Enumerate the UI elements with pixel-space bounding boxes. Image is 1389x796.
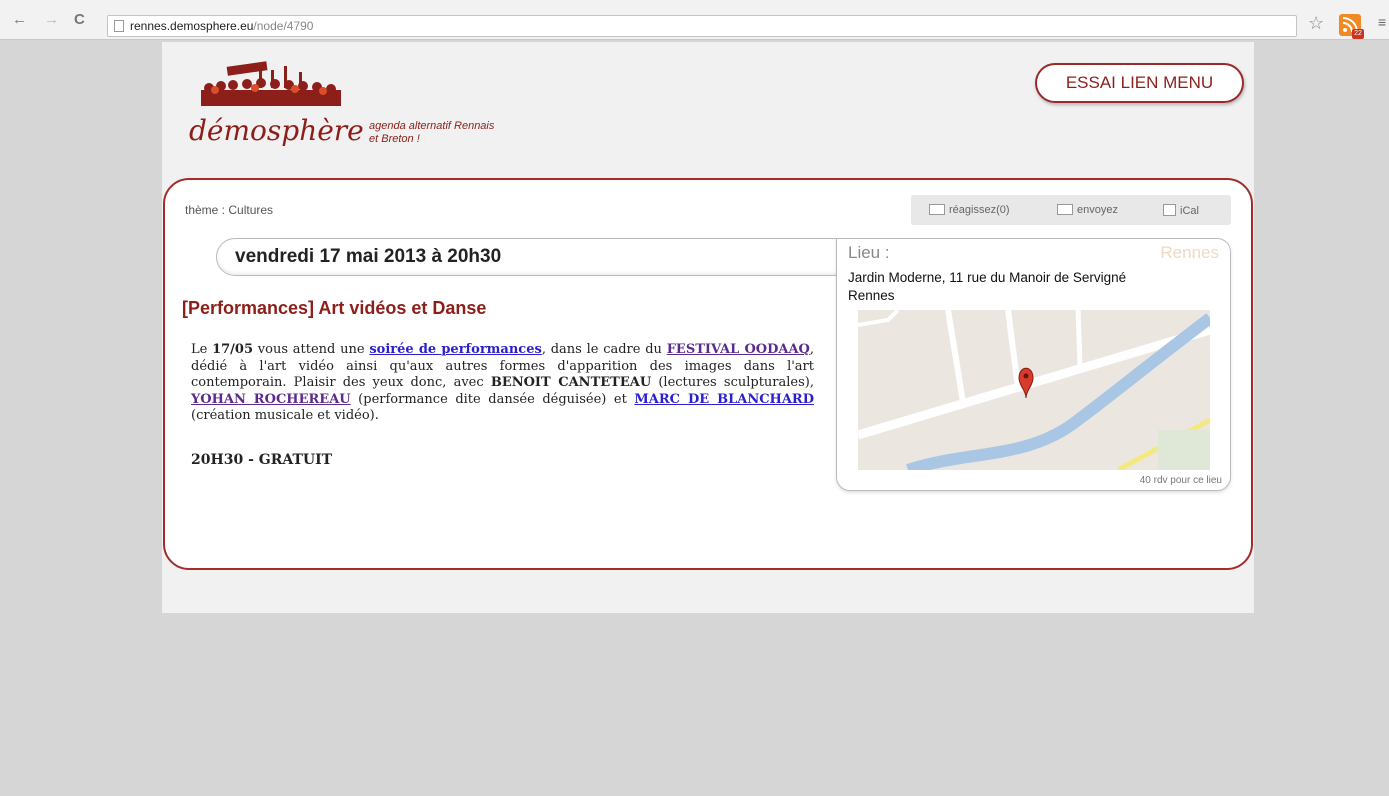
crowd-logo-icon[interactable] [199, 60, 344, 106]
comment-icon [929, 204, 945, 215]
place-address-line-1: Jardin Moderne, 11 rue du Manoir de Serv… [848, 270, 1127, 285]
place-box: Lieu : Rennes Jardin Moderne, 11 rue du … [836, 238, 1231, 491]
comment-action-label: réagissez(0) [949, 204, 1010, 216]
place-map[interactable] [858, 310, 1210, 470]
event-date: vendredi 17 mai 2013 à 20h30 [235, 246, 502, 267]
desc-text: (création musicale et vidéo). [191, 408, 379, 423]
menu-link-button[interactable]: ESSAI LIEN MENU [1035, 63, 1244, 103]
artist-name: BENOIT CANTETEAU [490, 375, 652, 390]
event-price: 20H30 - GRATUIT [191, 452, 333, 468]
reload-icon[interactable]: C [74, 12, 85, 27]
send-action-label: envoyez [1077, 204, 1118, 216]
bookmark-star-icon[interactable]: ☆ [1308, 13, 1324, 34]
festival-link[interactable]: FESTIVAL OODAAQ [667, 342, 810, 357]
event-theme[interactable]: thème : Cultures [185, 203, 273, 217]
page-icon [114, 20, 124, 32]
desc-text: , dans le cadre du [541, 342, 667, 357]
place-city[interactable]: Rennes [1160, 243, 1219, 263]
event-title: [Performances] Art vidéos et Danse [182, 298, 487, 318]
event-actions-bar: réagissez(0) envoyez iCal [911, 195, 1231, 225]
rss-icon[interactable]: 22 [1339, 14, 1364, 39]
place-address-line-2: Rennes [848, 288, 895, 303]
site-tagline: agenda alternatif Rennais et Breton ! [369, 120, 494, 146]
address-bar[interactable]: rennes.demosphere.eu/node/4790 [107, 15, 1297, 37]
place-rdv-count[interactable]: 40 rdv pour ce lieu [1140, 475, 1222, 486]
calendar-icon [1163, 204, 1176, 216]
desc-text: (lectures sculpturales), [651, 375, 814, 390]
back-icon[interactable]: ← [12, 12, 27, 27]
desc-text: vous attend une [253, 342, 370, 357]
page-container: démosphère agenda alternatif Rennais et … [162, 42, 1254, 613]
browser-menu-icon[interactable]: ≡ [1378, 14, 1386, 30]
tagline-line-1: agenda alternatif Rennais [369, 120, 495, 132]
soiree-link[interactable]: soirée de performances [369, 342, 541, 357]
url-host: rennes.demosphere.eu [130, 19, 254, 33]
place-label: Lieu : [848, 243, 890, 262]
url-path: /node/4790 [253, 19, 314, 33]
event-panel: thème : Cultures réagissez(0) envoyez iC… [163, 178, 1253, 570]
browser-toolbar: ← → C rennes.demosphere.eu/node/4790 ☆ 2… [0, 0, 1389, 40]
place-address[interactable]: Jardin Moderne, 11 rue du Manoir de Serv… [848, 269, 1223, 305]
artist-link-blanchard[interactable]: MARC DE BLANCHARD [634, 392, 814, 407]
rss-badge: 22 [1352, 29, 1364, 39]
ical-action-label: iCal [1180, 205, 1199, 217]
desc-text: (performance dite dansée déguisée) et [350, 391, 635, 407]
send-action[interactable]: envoyez [1057, 204, 1118, 216]
comment-action[interactable]: réagissez(0) [929, 204, 1010, 216]
site-logo-text[interactable]: démosphère [189, 114, 364, 147]
event-date-bar: vendredi 17 mai 2013 à 20h30 [216, 238, 839, 276]
desc-date: 17/05 [212, 342, 254, 357]
event-description: Le 17/05 vous attend une soirée de perfo… [191, 342, 814, 425]
forward-icon[interactable]: → [44, 12, 59, 27]
artist-link-rochereau[interactable]: YOHAN ROCHEREAU [191, 392, 351, 407]
tagline-line-2: et Breton ! [369, 133, 420, 145]
ical-action[interactable]: iCal [1163, 204, 1199, 217]
envelope-icon [1057, 204, 1073, 215]
desc-text: Le [191, 342, 213, 357]
